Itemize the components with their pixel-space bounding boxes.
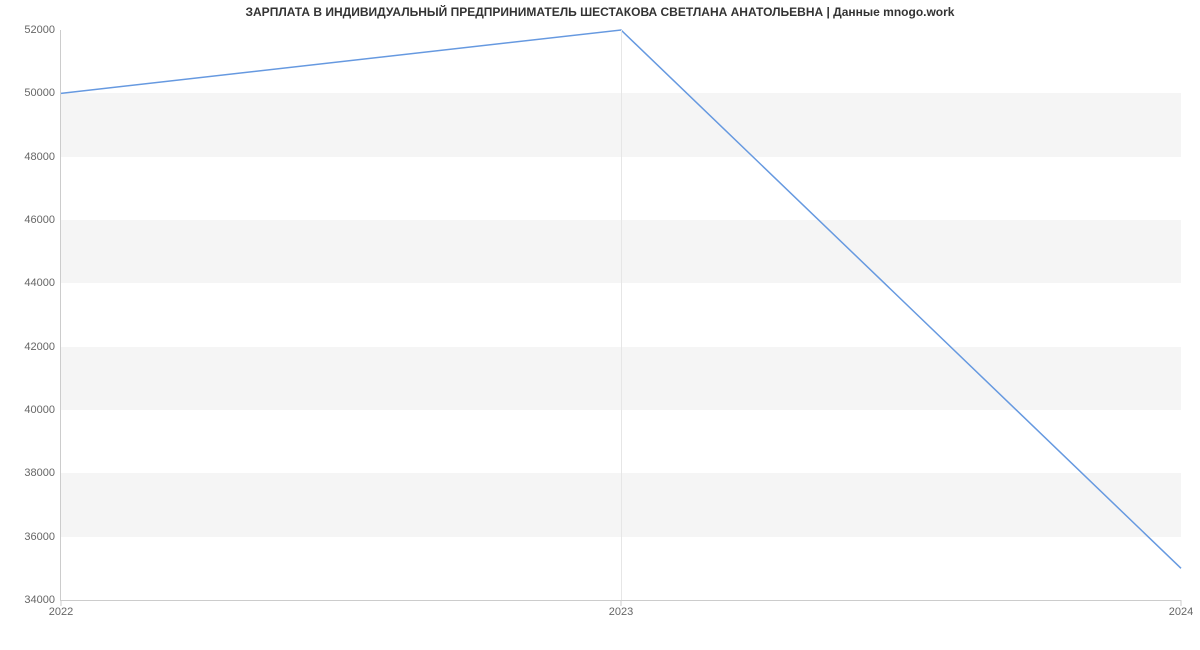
gridline-vertical bbox=[621, 30, 622, 600]
y-tick-label: 36000 bbox=[24, 531, 55, 543]
x-tick-label: 2024 bbox=[1169, 606, 1193, 618]
y-tick-label: 50000 bbox=[24, 87, 55, 99]
y-tick-label: 52000 bbox=[24, 24, 55, 36]
chart-container: ЗАРПЛАТА В ИНДИВИДУАЛЬНЫЙ ПРЕДПРИНИМАТЕЛ… bbox=[0, 0, 1200, 650]
y-tick-label: 42000 bbox=[24, 341, 55, 353]
y-tick-label: 44000 bbox=[24, 277, 55, 289]
chart-title: ЗАРПЛАТА В ИНДИВИДУАЛЬНЫЙ ПРЕДПРИНИМАТЕЛ… bbox=[0, 5, 1200, 19]
y-tick-label: 40000 bbox=[24, 404, 55, 416]
y-tick-label: 34000 bbox=[24, 594, 55, 606]
y-tick-label: 38000 bbox=[24, 467, 55, 479]
y-tick-label: 48000 bbox=[24, 151, 55, 163]
x-tick-label: 2023 bbox=[609, 606, 633, 618]
y-tick-label: 46000 bbox=[24, 214, 55, 226]
plot-area: 2022202320243400036000380004000042000440… bbox=[60, 30, 1181, 601]
x-tick-label: 2022 bbox=[49, 606, 73, 618]
